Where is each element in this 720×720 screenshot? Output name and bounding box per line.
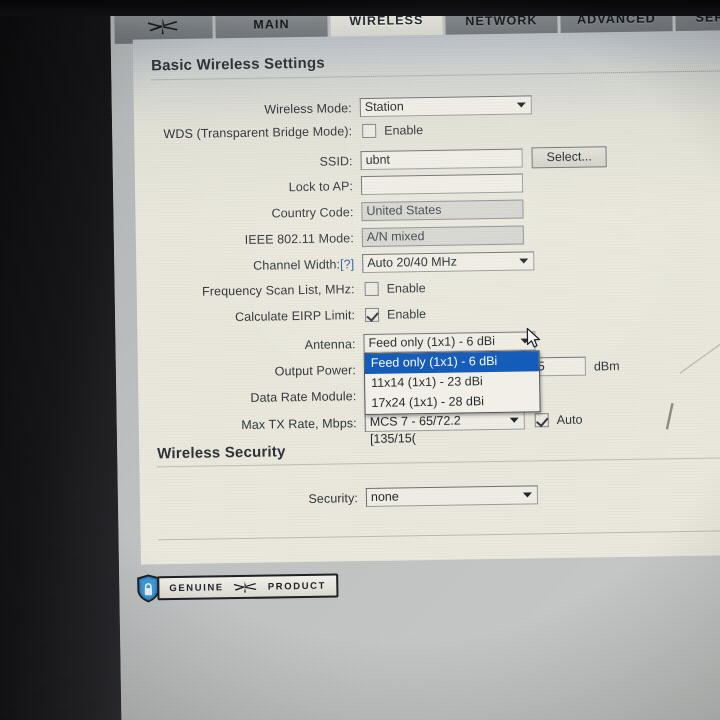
ssid-label: SSID: [319,153,353,169]
row-channel-width: Channel Width:[?] Auto 20/40 MHz [154,251,535,276]
frequency-scan-list-label: Frequency Scan List, MHz: [202,282,355,299]
max-tx-rate-value: MCS 7 - 65/72.2 [135/15( [369,413,461,446]
frequency-scan-list-checkbox-label: Enable [386,281,426,296]
channel-width-label: Channel Width:[?] [154,257,354,274]
row-security: Security: none [158,485,539,510]
mouse-pointer [526,327,541,348]
ssid-input[interactable]: ubnt [360,148,523,171]
chevron-down-icon [522,489,533,500]
security-select[interactable]: none [365,485,539,508]
chevron-down-icon [509,415,520,426]
chevron-down-icon [518,255,529,266]
eirp-limit-checkbox-label: Enable [386,307,427,322]
ubiquiti-logo-icon [234,581,257,593]
row-frequency-scan-list: Frequency Scan List, MHz: Enable [155,281,426,299]
settings-panel: Basic Wireless Settings Wireless Mode: S… [132,29,720,565]
eirp-limit-label: Calculate EIRP Limit: [234,308,356,325]
output-power-label: Output Power: [274,362,357,378]
ieee-mode-label: IEEE 802.11 Mode: [244,230,354,247]
row-wireless-mode: Wireless Mode: Station [152,95,532,120]
wds-checkbox[interactable] [362,123,377,139]
row-country-code: Country Code: United States [153,199,524,225]
row-eirp-limit: Calculate EIRP Limit: Enable [155,307,426,325]
security-label: Security: [308,490,359,506]
data-rate-module-label: Data Rate Module: [250,388,357,405]
lock-to-ap-label: Lock to AP: [288,178,354,194]
antenna-dropdown-list[interactable]: Feed only (1x1) - 6 dBi 11x14 (1x1) - 23… [363,350,541,416]
channel-width-select[interactable]: Auto 20/40 MHz [362,251,535,274]
max-tx-rate-auto-checkbox[interactable] [534,412,549,427]
ssid-value: ubnt [365,152,391,168]
output-power-unit: dBm [593,358,620,373]
channel-width-value: Auto 20/40 MHz [367,254,457,270]
row-ieee-mode: IEEE 802.11 Mode: A/N mixed [154,225,524,251]
antenna-value: Feed only (1x1) - 6 dBi [368,333,496,350]
channel-width-help-icon[interactable]: [?] [340,257,354,271]
wireless-mode-label: Wireless Mode: [264,100,352,117]
wds-checkbox-label: Enable [384,123,424,138]
antenna-label: Antenna: [304,336,356,352]
tab-main-label: MAIN [253,17,290,32]
max-tx-rate-auto-label: Auto [556,412,583,427]
wds-label: WDS (Transparent Bridge Mode): [163,124,353,142]
ubiquiti-logo-icon [143,17,183,36]
antenna-option-1[interactable]: 11x14 (1x1) - 23 dBi [365,371,539,394]
row-ssid: SSID: ubnt Select... [153,146,607,174]
wireless-mode-select[interactable]: Station [359,95,532,118]
monitor-bezel-top [0,0,720,16]
genuine-product-badge: GENUINE PRODUCT [135,570,339,603]
photo-glare-artifact [665,317,720,430]
row-wds: WDS (Transparent Bridge Mode): Enable [152,123,423,141]
lock-to-ap-input[interactable] [360,173,524,196]
screen-content: MAIN WIRELESS NETWORK ADVANCED SERVICES … [110,0,720,720]
eirp-limit-checkbox[interactable] [364,307,380,323]
country-code-value: United States [366,202,442,218]
frequency-scan-list-checkbox[interactable] [364,281,379,297]
genuine-product-bar: GENUINE PRODUCT [157,573,339,601]
ieee-mode-value: A/N mixed [366,229,425,244]
country-code-value-field: United States [361,199,524,222]
channel-width-label-text: Channel Width: [253,256,341,273]
ieee-mode-value-field: A/N mixed [361,225,524,248]
country-code-label: Country Code: [271,204,354,220]
product-word: PRODUCT [267,580,327,593]
security-value: none [370,489,399,504]
genuine-word: GENUINE [169,581,224,594]
antenna-option-2[interactable]: 17x24 (1x1) - 28 dBi [365,391,539,414]
chevron-down-icon [516,99,527,110]
wireless-mode-value: Station [364,99,404,115]
photo-of-monitor: MAIN WIRELESS NETWORK ADVANCED SERVICES … [0,0,720,720]
basic-wireless-settings-heading: Basic Wireless Settings [151,54,325,75]
section-bottom-divider [158,530,720,541]
max-tx-rate-label: Max TX Rate, Mbps: [241,415,357,432]
antenna-option-0[interactable]: Feed only (1x1) - 6 dBi [364,351,539,375]
ssid-select-button[interactable]: Select... [531,146,607,169]
wireless-security-heading: Wireless Security [157,443,286,463]
row-lock-to-ap: Lock to AP: [153,173,524,199]
